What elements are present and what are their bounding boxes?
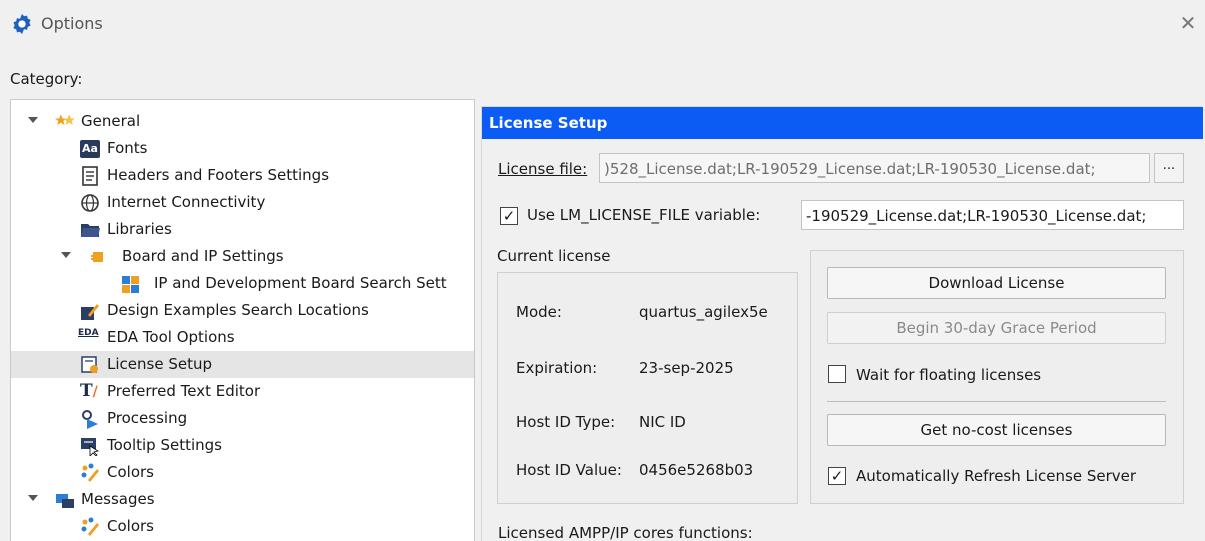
browse-button[interactable]: ... [1154, 153, 1184, 183]
tree-item-label: Messages [81, 490, 155, 508]
wait-floating-label: Wait for floating licenses [856, 366, 1042, 384]
globe-icon [81, 194, 99, 212]
tree-item-tooltip-settings[interactable]: Tooltip Settings [11, 432, 474, 459]
tree-item-ip-dev-board-search[interactable]: IP and Development Board Search Sett [11, 270, 474, 297]
font-icon: Aa [80, 140, 100, 158]
tree-item-label: Preferred Text Editor [107, 382, 261, 400]
use-lm-label: Use LM_LICENSE_FILE variable: [527, 206, 761, 224]
hostid-value-label: Host ID Value: [516, 461, 622, 479]
tree-item-label: Design Examples Search Locations [107, 301, 369, 319]
tree-item-label: Processing [107, 409, 188, 427]
tree-item-messages[interactable]: Messages [11, 486, 474, 513]
grace-period-button[interactable]: Begin 30-day Grace Period [827, 312, 1166, 344]
tree-item-headers-footers[interactable]: Headers and Footers Settings [11, 162, 474, 189]
current-license-group: Mode: quartus_agilex5e Expiration: 23-se… [497, 272, 798, 504]
tree-item-fonts[interactable]: Aa Fonts [11, 135, 474, 162]
tree-item-label: General [81, 112, 141, 130]
download-license-button[interactable]: Download License [827, 267, 1166, 299]
puzzle-icon [122, 276, 139, 293]
window-title: Options [41, 14, 103, 33]
license-setup-panel: License Setup License file: )528_License… [481, 106, 1203, 541]
chevron-down-icon[interactable] [61, 252, 71, 258]
category-tree[interactable]: General Aa Fonts Headers and Footers Set… [10, 99, 475, 541]
messages-icon [56, 494, 74, 508]
eda-icon: EDA [78, 328, 99, 338]
lm-license-input[interactable]: -190529_License.dat;LR-190530_License.da… [801, 200, 1184, 230]
license-actions-group: Download License Begin 30-day Grace Peri… [810, 250, 1184, 504]
tree-item-label: Tooltip Settings [107, 436, 222, 454]
tree-item-license-setup[interactable]: License Setup [11, 351, 474, 378]
close-icon: ✕ [1179, 11, 1197, 35]
tree-item-label: EDA Tool Options [107, 328, 235, 346]
chevron-down-icon[interactable] [28, 117, 38, 123]
close-button[interactable]: ✕ [1175, 8, 1201, 38]
auto-refresh-checkbox[interactable]: ✓ [828, 467, 846, 485]
no-cost-licenses-button[interactable]: Get no-cost licenses [827, 414, 1166, 446]
use-lm-checkbox[interactable]: ✓ [500, 207, 518, 225]
tree-item-preferred-text-editor[interactable]: T∕ Preferred Text Editor [11, 378, 474, 405]
tree-item-messages-colors[interactable]: Colors [11, 513, 474, 540]
document-icon [82, 166, 98, 186]
text-editor-glyph: T [80, 381, 93, 401]
tree-item-internet-connectivity[interactable]: Internet Connectivity [11, 189, 474, 216]
tree-item-label: Colors [107, 517, 154, 535]
hostid-type-value: NIC ID [639, 413, 686, 431]
tree-item-label: Colors [107, 463, 154, 481]
design-icon [81, 304, 99, 320]
tooltip-icon [81, 438, 100, 456]
tree-item-processing[interactable]: Processing [11, 405, 474, 432]
tree-item-label: Headers and Footers Settings [107, 166, 330, 184]
chevron-down-icon[interactable] [28, 495, 38, 501]
tree-item-design-examples[interactable]: Design Examples Search Locations [11, 297, 474, 324]
folder-icon [81, 224, 100, 237]
title-bar: Options ✕ [0, 0, 1205, 50]
license-icon [81, 356, 98, 373]
hostid-type-label: Host ID Type: [516, 413, 616, 431]
divider [827, 401, 1166, 402]
panel-header: License Setup [482, 107, 1203, 139]
text-editor-icon: T∕ [80, 381, 98, 401]
license-file-label: License file: [498, 160, 588, 178]
tree-item-label: IP and Development Board Search Sett [154, 274, 447, 292]
hostid-value: 0456e5268b03 [639, 461, 754, 479]
tree-item-label: License Setup [107, 355, 212, 373]
wait-floating-checkbox[interactable] [828, 365, 846, 383]
tree-item-colors[interactable]: Colors [11, 459, 474, 486]
tree-item-label: Board and IP Settings [122, 247, 284, 265]
star-icon [55, 114, 75, 126]
board-icon [91, 252, 103, 262]
expiration-label: Expiration: [516, 359, 598, 377]
ampp-label: Licensed AMPP/IP cores functions: [498, 524, 753, 541]
tree-item-general[interactable]: General [11, 108, 474, 135]
gear-icon [13, 13, 31, 35]
tree-item-board-ip-settings[interactable]: Board and IP Settings [11, 243, 474, 270]
colors-icon [81, 463, 99, 482]
tree-item-eda-tool-options[interactable]: EDA EDA Tool Options [11, 324, 474, 351]
processing-icon [82, 410, 98, 429]
auto-refresh-label: Automatically Refresh License Server [856, 467, 1137, 485]
tree-item-label: Fonts [107, 139, 148, 157]
current-license-label: Current license [497, 247, 611, 265]
mode-value: quartus_agilex5e [639, 303, 768, 321]
expiration-value: 23-sep-2025 [639, 359, 734, 377]
license-file-input[interactable]: )528_License.dat;LR-190529_License.dat;L… [599, 153, 1150, 183]
category-label: Category: [10, 70, 83, 88]
tree-item-label: Internet Connectivity [107, 193, 266, 211]
tree-item-libraries[interactable]: Libraries [11, 216, 474, 243]
mode-label: Mode: [516, 303, 562, 321]
colors-icon [81, 517, 99, 536]
tree-item-label: Libraries [107, 220, 172, 238]
